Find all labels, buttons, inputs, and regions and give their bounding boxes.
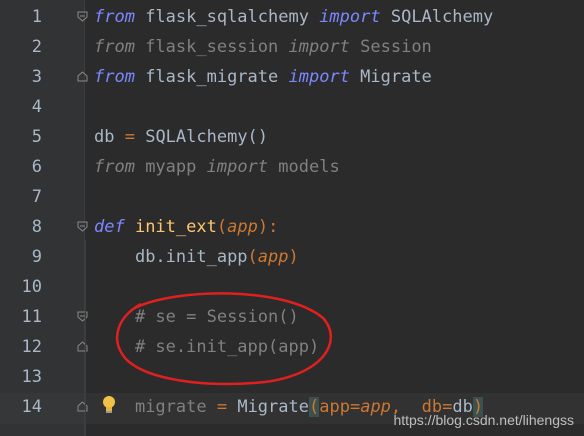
keyword-import: import bbox=[288, 37, 350, 57]
fold-start-icon[interactable] bbox=[77, 221, 88, 232]
import-name: Migrate bbox=[349, 67, 432, 87]
line-number: 9 bbox=[31, 247, 42, 267]
line-number: 6 bbox=[31, 157, 42, 177]
method-call: db.init_app bbox=[134, 247, 248, 267]
code-line-9[interactable]: db.init_app(app) bbox=[94, 247, 299, 267]
keyword-def: def bbox=[94, 217, 125, 237]
keyword-from: from bbox=[94, 67, 135, 87]
line-number: 11 bbox=[21, 307, 42, 327]
fold-start-icon[interactable] bbox=[77, 11, 88, 22]
assign-operator: = bbox=[124, 127, 146, 147]
module-name: flask_session bbox=[134, 37, 289, 57]
watermark-url: https://blog.csdn.net/lihengss bbox=[393, 412, 574, 428]
comment-text: # se = Session() bbox=[134, 307, 299, 327]
code-line-6[interactable]: from myapp import models bbox=[94, 157, 340, 177]
import-name: models bbox=[268, 157, 340, 177]
line-number: 5 bbox=[31, 127, 42, 147]
call-expression: SQLAlchemy() bbox=[145, 127, 269, 147]
keyword-from: from bbox=[94, 37, 135, 57]
keyword-from: from bbox=[94, 157, 135, 177]
keyword-import: import bbox=[206, 157, 269, 177]
keyword-import: import bbox=[319, 7, 381, 27]
paren-open: ( bbox=[308, 397, 320, 417]
assign-operator: = bbox=[216, 397, 238, 417]
paren-close: ) bbox=[257, 217, 269, 237]
variable-name: migrate bbox=[134, 397, 217, 417]
fold-end-icon[interactable] bbox=[77, 341, 88, 352]
line-number: 3 bbox=[31, 67, 42, 87]
argument: app bbox=[257, 247, 289, 267]
code-line-2[interactable]: from flask_session import Session bbox=[94, 37, 432, 57]
code-line-3[interactable]: from flask_migrate import Migrate bbox=[94, 67, 432, 87]
module-name: myapp bbox=[134, 157, 207, 177]
code-line-5[interactable]: db = SQLAlchemy() bbox=[94, 127, 268, 147]
line-number: 8 bbox=[31, 217, 42, 237]
lightbulb-icon[interactable] bbox=[100, 394, 118, 416]
line-number: 14 bbox=[21, 397, 42, 417]
paren-open: ( bbox=[216, 217, 228, 237]
module-name: flask_migrate bbox=[134, 67, 289, 87]
line-number: 1 bbox=[31, 7, 42, 27]
code-line-1[interactable]: from flask_sqlalchemy import SQLAlchemy bbox=[94, 7, 493, 27]
import-name: SQLAlchemy bbox=[380, 7, 494, 27]
variable-name: db bbox=[94, 127, 125, 147]
keyword-arg-name: app bbox=[319, 397, 350, 417]
code-line-8[interactable]: def init_ext(app): bbox=[94, 217, 278, 237]
line-number: 2 bbox=[31, 37, 42, 57]
function-name: init_ext bbox=[124, 217, 217, 237]
module-name: flask_sqlalchemy bbox=[134, 7, 320, 27]
colon: : bbox=[268, 217, 279, 237]
keyword-import: import bbox=[288, 67, 350, 87]
keyword-from: from bbox=[94, 7, 135, 27]
line-number: 4 bbox=[31, 97, 42, 117]
line-number: 7 bbox=[31, 187, 42, 207]
call-expression: Migrate bbox=[237, 397, 309, 417]
line-number: 12 bbox=[21, 337, 42, 357]
line-number: 10 bbox=[21, 277, 42, 297]
paren-open: ( bbox=[247, 247, 258, 267]
fold-end-icon[interactable] bbox=[77, 71, 88, 82]
import-name: Session bbox=[349, 37, 432, 57]
code-line-12[interactable]: # se.init_app(app) bbox=[94, 337, 319, 357]
keyword-arg-value: app bbox=[360, 397, 391, 417]
equals-sign: = bbox=[349, 397, 361, 417]
parameter: app bbox=[227, 217, 258, 237]
fold-start-icon[interactable] bbox=[77, 311, 88, 322]
indent-guide bbox=[85, 240, 86, 436]
code-line-11[interactable]: # se = Session() bbox=[94, 307, 299, 327]
paren-close: ) bbox=[288, 247, 299, 267]
line-number: 13 bbox=[21, 367, 42, 387]
comment-text: # se.init_app(app) bbox=[134, 337, 320, 357]
fold-end-icon[interactable] bbox=[77, 401, 88, 412]
